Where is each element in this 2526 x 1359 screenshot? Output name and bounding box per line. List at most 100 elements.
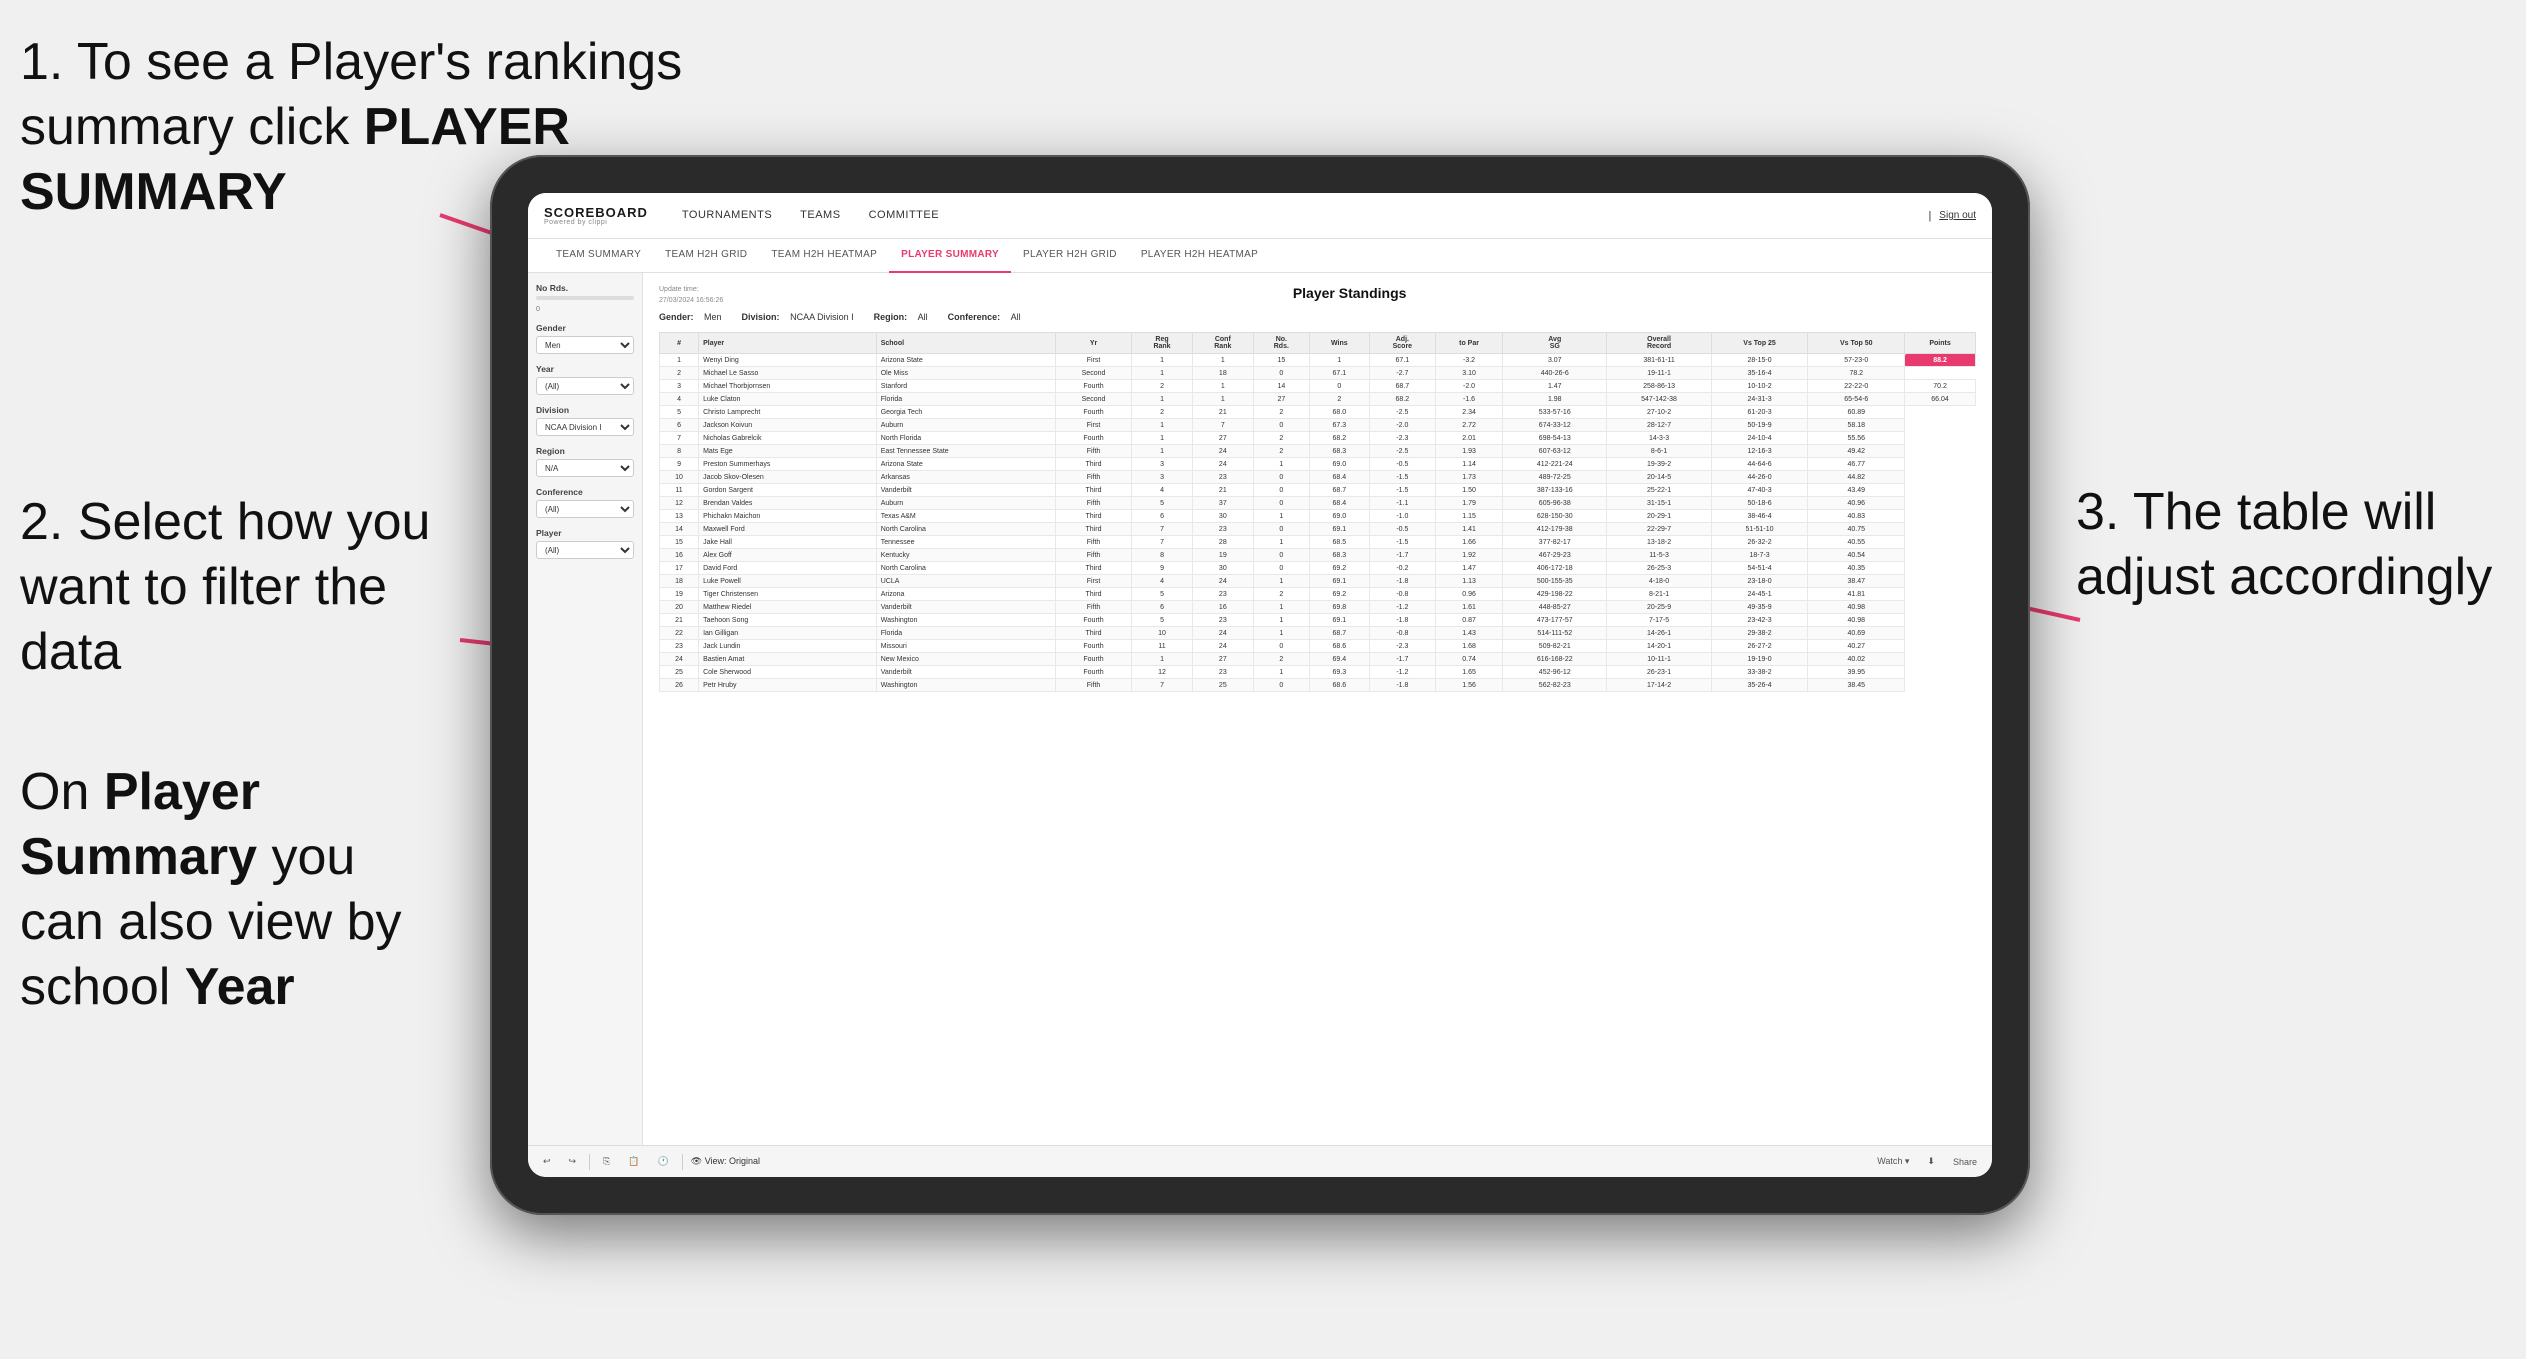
table-cell: 68.4 [1309,471,1369,484]
sub-nav-team-h2h-grid[interactable]: TEAM H2H GRID [653,239,759,273]
table-cell: 23 [1192,588,1253,601]
nav-item-committee[interactable]: COMMITTEE [855,193,954,239]
table-cell: 40.96 [1808,497,1905,510]
filter-division: Division NCAA Division I NCAA Division I… [536,405,634,436]
table-cell: 11 [1132,640,1193,653]
table-cell: 8 [1132,549,1193,562]
watch-btn[interactable]: Watch ▾ [1872,1154,1914,1169]
table-cell: 60.89 [1808,406,1905,419]
year-select[interactable]: (All) First Second Third Fourth Fifth [536,377,634,395]
table-cell: 1.92 [1435,549,1502,562]
table-cell: 27 [1192,653,1253,666]
sub-nav-team-summary[interactable]: TEAM SUMMARY [544,239,653,273]
table-cell: 40.02 [1808,653,1905,666]
table-cell: 40.75 [1808,523,1905,536]
no-rds-slider[interactable] [536,296,634,300]
table-cell: 381-61-11 [1607,354,1711,367]
table-cell: 78.2 [1808,367,1905,380]
col-player: Player [699,333,877,354]
clock-btn[interactable]: 🕐 [653,1154,674,1169]
sub-nav-player-h2h-heatmap[interactable]: PLAYER H2H HEATMAP [1129,239,1270,273]
table-row: 20Matthew RiedelVanderbiltFifth616169.8-… [660,601,1976,614]
nav-item-teams[interactable]: TEAMS [786,193,854,239]
table-cell: Michael Le Sasso [699,367,877,380]
table-cell: 20 [660,601,699,614]
tablet-body: SCOREBOARD Powered by clippi TOURNAMENTS… [490,155,2030,1215]
table-cell: 68.7 [1309,484,1369,497]
filter-gender: Gender Men Women [536,323,634,354]
table-cell: 43.49 [1808,484,1905,497]
update-time: Update time: 27/03/2024 16:56:26 [659,285,723,306]
player-select[interactable]: (All) [536,541,634,559]
col-adj-score: Adj.Score [1369,333,1435,354]
table-cell: 35-26-4 [1711,679,1808,692]
paste-btn[interactable]: 📋 [623,1154,644,1169]
table-cell: Tennessee [876,536,1055,549]
sub-nav-team-h2h-heatmap[interactable]: TEAM H2H HEATMAP [759,239,889,273]
table-cell: Third [1055,562,1131,575]
table-cell: -1.5 [1369,484,1435,497]
sign-out-link[interactable]: Sign out [1939,210,1976,221]
table-cell: 25-22-1 [1607,484,1711,497]
table-cell: 1 [1132,393,1193,406]
table-cell: -1.1 [1369,497,1435,510]
table-cell: 25 [660,666,699,679]
table-row: 7Nicholas GabrelcikNorth FloridaFourth12… [660,432,1976,445]
conference-select[interactable]: (All) [536,500,634,518]
sub-nav-player-h2h-grid[interactable]: PLAYER H2H GRID [1011,239,1129,273]
table-cell: 49.42 [1808,445,1905,458]
table-cell: 7 [660,432,699,445]
table-row: 22Ian GilliganFloridaThird1024168.7-0.81… [660,627,1976,640]
table-row: 21Taehoon SongWashingtonFourth523169.1-1… [660,614,1976,627]
table-cell: 49-35-9 [1711,601,1808,614]
table-cell: Fourth [1055,653,1131,666]
view-label: 👁 View: Original [691,1156,760,1167]
filter-region: Region N/A All [536,446,634,477]
table-cell: 33-38-2 [1711,666,1808,679]
table-cell: 20-29-1 [1607,510,1711,523]
redo-btn[interactable]: ↪ [564,1154,582,1169]
filter-conference: Conference (All) [536,487,634,518]
table-cell: 7 [1132,679,1193,692]
bottom-toolbar: ↩ ↪ ⎘ 📋 🕐 👁 View: Original [528,1145,1992,1177]
table-cell: Fourth [1055,614,1131,627]
table-cell: 31-15-1 [1607,497,1711,510]
table-cell: 67.1 [1309,367,1369,380]
sub-nav-player-summary[interactable]: PLAYER SUMMARY [889,239,1011,273]
table-cell: 40.69 [1808,627,1905,640]
table-cell: 11-5-3 [1607,549,1711,562]
table-cell: 46.77 [1808,458,1905,471]
table-cell: Bastien Amat [699,653,877,666]
col-school: School [876,333,1055,354]
table-cell: 1.43 [1435,627,1502,640]
tablet-device: SCOREBOARD Powered by clippi TOURNAMENTS… [490,155,2030,1215]
table-cell: 69.2 [1309,588,1369,601]
table-cell: 14-20-1 [1607,640,1711,653]
table-cell: 1.79 [1435,497,1502,510]
share-btn[interactable]: Share [1948,1155,1982,1169]
table-cell: 1 [1132,354,1193,367]
table-cell: 17 [660,562,699,575]
table-cell: Maxwell Ford [699,523,877,536]
table-cell: 2 [1253,406,1309,419]
table-cell: David Ford [699,562,877,575]
col-rank: # [660,333,699,354]
gender-select[interactable]: Men Women [536,336,634,354]
table-cell: 1 [1132,419,1193,432]
table-cell: Missouri [876,640,1055,653]
table-cell: -1.5 [1369,536,1435,549]
division-select[interactable]: NCAA Division I NCAA Division II NCAA Di… [536,418,634,436]
table-row: 1Wenyi DingArizona StateFirst1115167.1-3… [660,354,1976,367]
table-cell: 51-51-10 [1711,523,1808,536]
region-select[interactable]: N/A All [536,459,634,477]
copy-btn[interactable]: ⎘ [598,1154,615,1169]
undo-btn[interactable]: ↩ [538,1154,556,1169]
table-row: 26Petr HrubyWashingtonFifth725068.6-1.81… [660,679,1976,692]
table-cell: 69.0 [1309,510,1369,523]
table-cell: Third [1055,627,1131,640]
nav-item-tournaments[interactable]: TOURNAMENTS [668,193,786,239]
download-btn[interactable]: ⬇ [1922,1154,1940,1169]
table-cell: Fourth [1055,432,1131,445]
table-cell: Matthew Riedel [699,601,877,614]
table-cell: 605-96-38 [1503,497,1607,510]
